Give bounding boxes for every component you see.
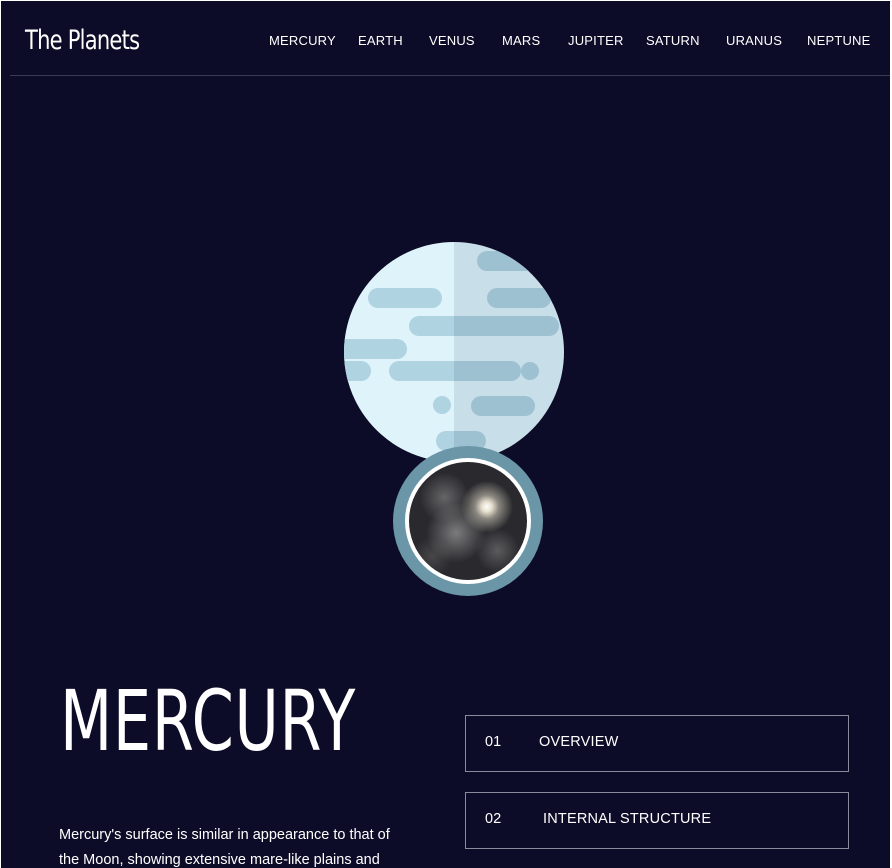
tab-number: 02: [485, 811, 502, 827]
page: The Planets MERCURY EARTH VENUS MARS JUP…: [1, 1, 890, 868]
geology-zoom-frame: [393, 446, 543, 596]
tab-internal-structure[interactable]: 02 INTERNAL STRUCTURE: [465, 792, 849, 849]
tab-label: OVERVIEW: [539, 734, 619, 750]
mercury-planet-icon: [344, 242, 564, 462]
tab-number: 01: [485, 734, 502, 750]
tab-overview[interactable]: 01 OVERVIEW: [465, 715, 849, 772]
planet-description: Mercury's surface is similar in appearan…: [59, 827, 390, 868]
surface-geology-image: [405, 458, 531, 584]
planet-title: MERCURY: [60, 672, 357, 770]
tab-label: INTERNAL STRUCTURE: [543, 811, 712, 827]
